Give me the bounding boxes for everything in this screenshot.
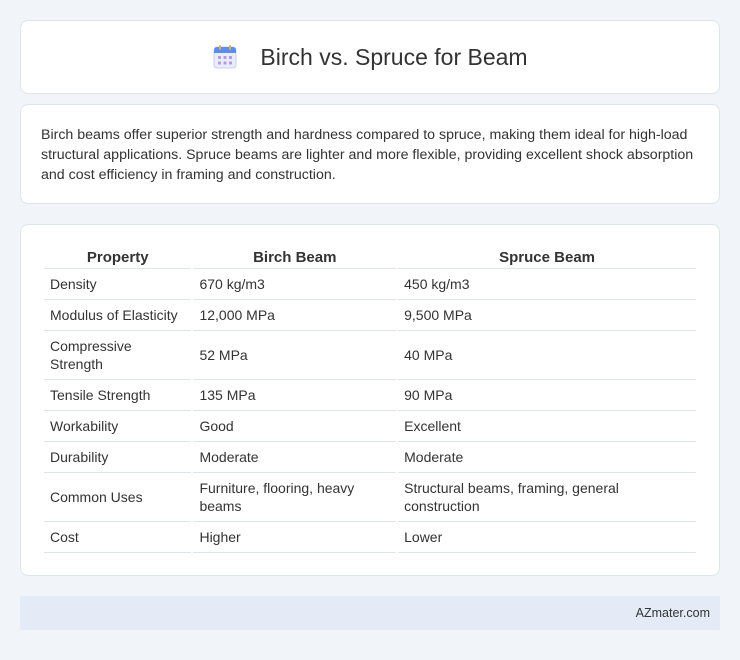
property-cell: Common Uses (44, 473, 192, 522)
table-row: Cost Higher Lower (44, 522, 696, 553)
property-cell: Modulus of Elasticity (44, 300, 192, 331)
title-card: Birch vs. Spruce for Beam (20, 20, 720, 94)
birch-cell: Moderate (193, 442, 397, 473)
property-cell: Cost (44, 522, 192, 553)
footer-site-link[interactable]: AZmater.com (636, 606, 710, 620)
table-row: Durability Moderate Moderate (44, 442, 696, 473)
birch-cell: Higher (193, 522, 397, 553)
spruce-cell: Excellent (398, 411, 696, 442)
footer: AZmater.com (20, 596, 720, 630)
table-row: Density 670 kg/m3 450 kg/m3 (44, 269, 696, 300)
spruce-cell: Structural beams, framing, general const… (398, 473, 696, 522)
spruce-cell: 90 MPa (398, 380, 696, 411)
page-title: Birch vs. Spruce for Beam (260, 43, 528, 70)
table-row: Modulus of Elasticity 12,000 MPa 9,500 M… (44, 300, 696, 331)
property-cell: Tensile Strength (44, 380, 192, 411)
property-cell: Density (44, 269, 192, 300)
property-cell: Compressive Strength (44, 331, 192, 380)
birch-cell: Furniture, flooring, heavy beams (193, 473, 397, 522)
property-cell: Workability (44, 411, 192, 442)
table-row: Common Uses Furniture, flooring, heavy b… (44, 473, 696, 522)
calendar-icon (213, 45, 237, 69)
spruce-cell: Lower (398, 522, 696, 553)
spruce-cell: Moderate (398, 442, 696, 473)
header-property: Property (44, 245, 192, 269)
header-birch: Birch Beam (193, 245, 397, 269)
property-cell: Durability (44, 442, 192, 473)
birch-cell: 670 kg/m3 (193, 269, 397, 300)
table-card: Property Birch Beam Spruce Beam Density … (20, 224, 720, 576)
birch-cell: 12,000 MPa (193, 300, 397, 331)
spruce-cell: 450 kg/m3 (398, 269, 696, 300)
intro-card: Birch beams offer superior strength and … (20, 104, 720, 204)
birch-cell: 135 MPa (193, 380, 397, 411)
spruce-cell: 40 MPa (398, 331, 696, 380)
spruce-cell: 9,500 MPa (398, 300, 696, 331)
birch-cell: 52 MPa (193, 331, 397, 380)
comparison-table: Property Birch Beam Spruce Beam Density … (42, 245, 698, 553)
table-row: Compressive Strength 52 MPa 40 MPa (44, 331, 696, 380)
header-spruce: Spruce Beam (398, 245, 696, 269)
table-row: Workability Good Excellent (44, 411, 696, 442)
birch-cell: Good (193, 411, 397, 442)
intro-text: Birch beams offer superior strength and … (41, 127, 694, 183)
table-row: Tensile Strength 135 MPa 90 MPa (44, 380, 696, 411)
table-header-row: Property Birch Beam Spruce Beam (44, 245, 696, 269)
